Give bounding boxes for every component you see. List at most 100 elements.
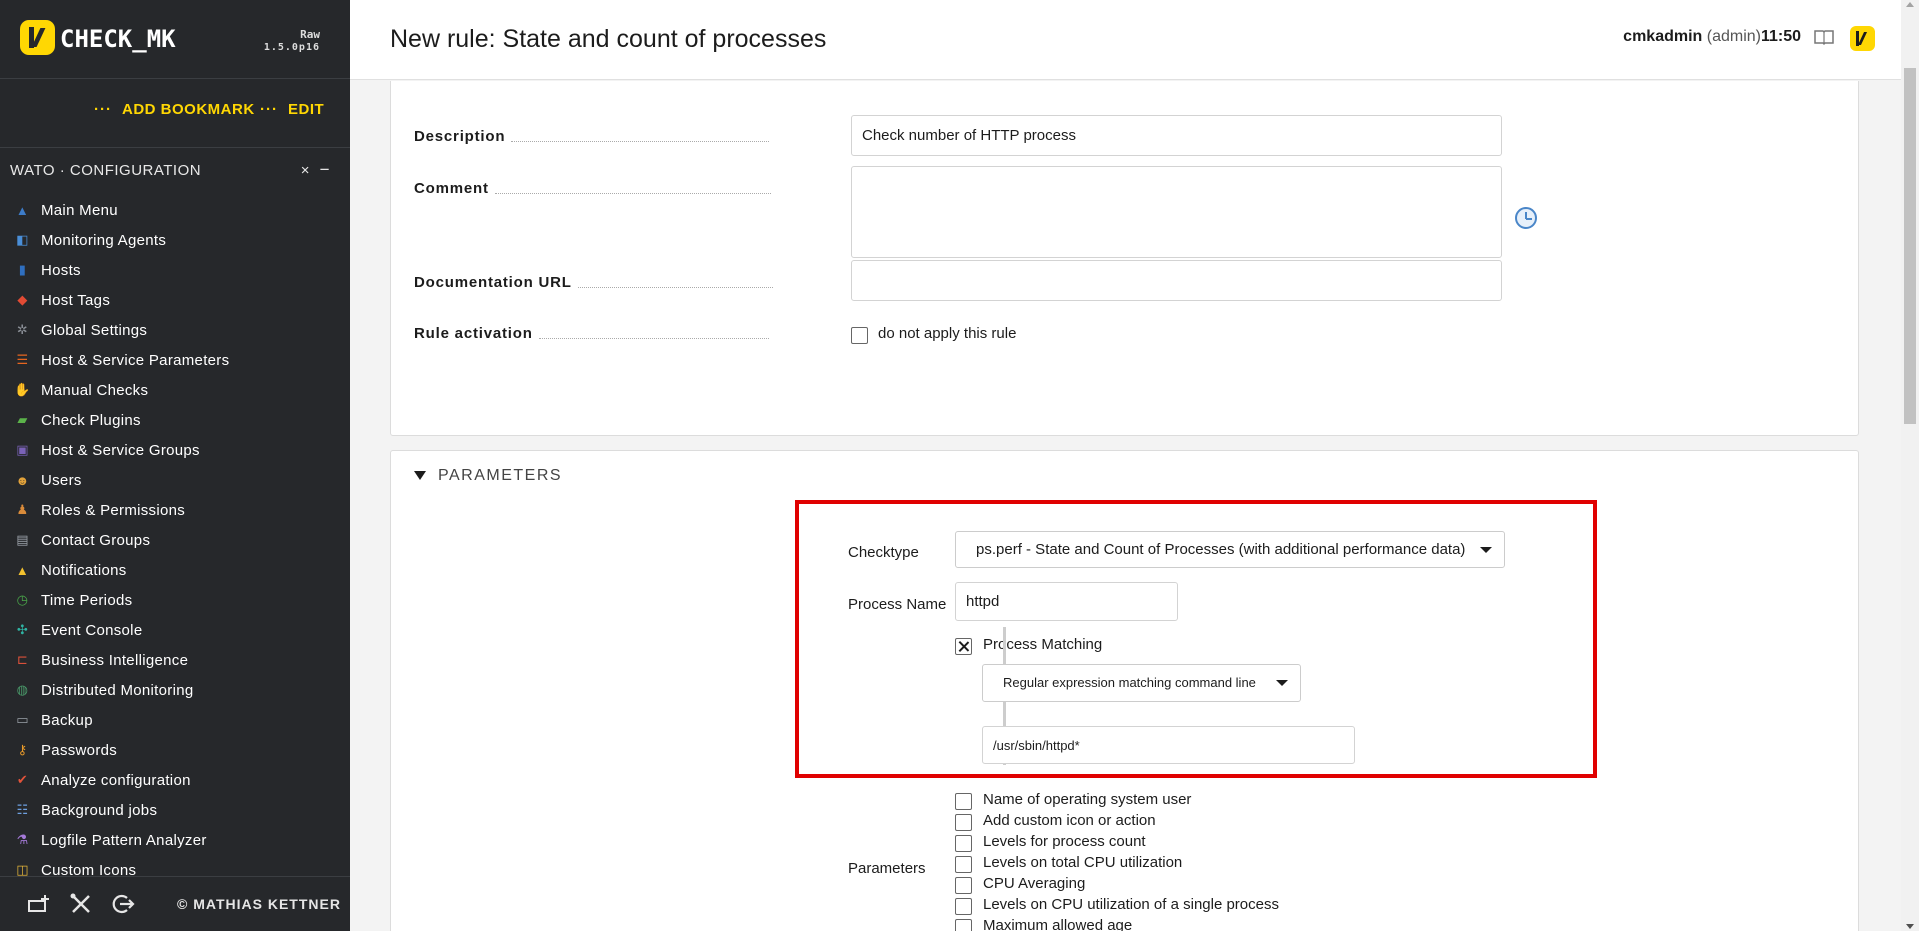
scrollbar[interactable] [1901, 0, 1919, 931]
user-name[interactable]: cmkadmin [1623, 28, 1702, 45]
sidebar-item-logfile-pattern-analyzer[interactable]: ⚗ Logfile Pattern Analyzer [0, 825, 350, 855]
comment-history-icon[interactable] [1515, 207, 1537, 229]
parameter-option-label: Levels for process count [983, 833, 1146, 850]
process-matching-label: Process Matching [983, 636, 1103, 653]
clock: 11:50 [1760, 28, 1801, 45]
sidebar-item-label: Business Intelligence [41, 651, 189, 669]
sidebar-item-label: Main Menu [41, 201, 118, 219]
sidebar-item-label: Analyze configuration [41, 771, 191, 789]
process-name-input[interactable] [955, 582, 1178, 621]
snapin-title[interactable]: WATO · CONFIGURATION [10, 162, 201, 179]
checktype-select[interactable]: ps.perf - State and Count of Processes (… [955, 531, 1505, 568]
sidebar-item-business-intelligence[interactable]: ⊏ Business Intelligence [0, 645, 350, 675]
sidebar-item-monitoring-agents[interactable]: ◧ Monitoring Agents [0, 225, 350, 255]
add-bookmark-link[interactable]: ··· ADD BOOKMARK [94, 101, 255, 118]
sidebar-item-label: Monitoring Agents [41, 231, 167, 249]
sidebar-item-passwords[interactable]: ⚷ Passwords [0, 735, 350, 765]
contact-groups-icon: ▤ [16, 532, 29, 547]
rule-properties-panel: Description Comment Documentation URL Ru… [390, 81, 1859, 436]
parameter-option-checkbox[interactable] [955, 793, 972, 810]
flask-icon: ⚗ [16, 832, 29, 847]
sidebar-item-background-jobs[interactable]: ☷ Background jobs [0, 795, 350, 825]
checkmk-logo-icon[interactable] [20, 20, 55, 55]
bi-icon: ⊏ [16, 652, 29, 667]
logout-icon[interactable] [109, 891, 137, 919]
comment-textarea[interactable] [851, 166, 1502, 258]
sidebar-item-label: Check Plugins [41, 411, 141, 429]
wato-menu: ▲ Main Menu ◧ Monitoring Agents ▮ Hosts ◆ Host … [0, 195, 350, 885]
sidebar-item-label: Roles & Permissions [41, 501, 186, 519]
sidebar-item-analyze-configuration[interactable]: ✔ Analyze configuration [0, 765, 350, 795]
sidebar-item-label: Host & Service Parameters [41, 351, 230, 369]
do-not-apply-checkbox[interactable] [851, 327, 868, 344]
tag-icon: ◆ [17, 292, 28, 307]
parameter-option-label: Add custom icon or action [983, 812, 1156, 829]
sidebar-item-roles-permissions[interactable]: ♟ Roles & Permissions [0, 495, 350, 525]
sidebar-item-label: Distributed Monitoring [41, 681, 194, 699]
parameter-option-checkbox[interactable] [955, 835, 972, 852]
process-matching-checkbox[interactable] [955, 638, 972, 655]
sidebar-item-manual-checks[interactable]: ✋ Manual Checks [0, 375, 350, 405]
help-book-icon[interactable] [1813, 28, 1835, 46]
parameters-label: Parameters [848, 860, 926, 877]
analyze-icon: ✔ [16, 772, 29, 787]
scroll-up-arrow-icon[interactable] [1906, 2, 1914, 7]
sidebar-item-check-plugins[interactable]: ▰ Check Plugins [0, 405, 350, 435]
sidebar-item-users[interactable]: ☻ Users [0, 465, 350, 495]
parameter-option-checkbox[interactable] [955, 898, 972, 915]
sidebar-item-main-menu[interactable]: ▲ Main Menu [0, 195, 350, 225]
sidebar-item-label: Time Periods [41, 591, 133, 609]
copyright-text: © MATHIAS KETTNER [177, 896, 341, 912]
sidebar-item-host-tags[interactable]: ◆ Host Tags [0, 285, 350, 315]
collapse-arrow-icon [414, 471, 426, 481]
users-icon: ☻ [15, 472, 30, 488]
tools-icon[interactable] [67, 891, 95, 919]
minimize-snapin-icon[interactable]: − [320, 160, 330, 180]
checktype-selected-value: ps.perf - State and Count of Processes (… [976, 541, 1466, 558]
process-name-label: Process Name [848, 596, 947, 613]
rulesets-icon: ☰ [16, 352, 29, 367]
key-icon: ⚷ [17, 742, 28, 757]
parameters-section-toggle[interactable]: PARAMETERS [414, 467, 562, 485]
scroll-thumb[interactable] [1904, 68, 1916, 424]
globe-icon: ◍ [16, 682, 29, 697]
documentation-url-input[interactable] [851, 260, 1502, 301]
clock-icon: ◷ [16, 592, 29, 607]
sidebar-item-label: Contact Groups [41, 531, 151, 549]
do-not-apply-label: do not apply this rule [878, 325, 1017, 342]
sidebar-item-backup[interactable]: ▭ Backup [0, 705, 350, 735]
parameter-option-checkbox[interactable] [955, 814, 972, 831]
parameter-option-label: Name of operating system user [983, 791, 1192, 808]
edit-bookmarks-link[interactable]: ··· EDIT [260, 101, 324, 118]
regex-input[interactable] [982, 726, 1355, 764]
logo-text[interactable]: CHECK_MK [60, 25, 176, 53]
scroll-down-arrow-icon[interactable] [1906, 924, 1914, 929]
sidebar-footer: © MATHIAS KETTNER [0, 876, 350, 931]
sidebar-item-label: Host & Service Groups [41, 441, 200, 459]
add-snapin-icon[interactable] [25, 891, 53, 919]
main-content: Description Comment Documentation URL Ru… [350, 81, 1901, 931]
top-header: New rule: State and count of processes c… [350, 0, 1901, 80]
sidebar-item-notifications[interactable]: ▲ Notifications [0, 555, 350, 585]
sidebar-item-event-console[interactable]: ✣ Event Console [0, 615, 350, 645]
sidebar-item-global-settings[interactable]: ✲ Global Settings [0, 315, 350, 345]
parameter-option-checkbox[interactable] [955, 877, 972, 894]
user-info[interactable]: cmkadmin (admin) [1623, 28, 1761, 46]
sidebar-item-host-service-groups[interactable]: ▣ Host & Service Groups [0, 435, 350, 465]
parameter-option-checkbox[interactable] [955, 919, 972, 931]
sidebar-item-distributed-monitoring[interactable]: ◍ Distributed Monitoring [0, 675, 350, 705]
description-input[interactable] [851, 115, 1502, 156]
chevron-down-icon [1276, 680, 1288, 686]
sidebar-item-contact-groups[interactable]: ▤ Contact Groups [0, 525, 350, 555]
snapin-header: WATO · CONFIGURATION × − [10, 160, 340, 182]
sidebar-item-label: Manual Checks [41, 381, 149, 399]
parameter-option-checkbox[interactable] [955, 856, 972, 873]
checkmk-header-logo-icon[interactable] [1850, 26, 1875, 51]
close-snapin-icon[interactable]: × [301, 162, 310, 179]
parameter-option-label: Maximum allowed age [983, 917, 1133, 931]
edition-label: Raw [300, 28, 320, 41]
sidebar-item-hosts[interactable]: ▮ Hosts [0, 255, 350, 285]
sidebar-item-host-service-parameters[interactable]: ☰ Host & Service Parameters [0, 345, 350, 375]
matching-mode-select[interactable]: Regular expression matching command line [982, 664, 1301, 702]
sidebar-item-time-periods[interactable]: ◷ Time Periods [0, 585, 350, 615]
